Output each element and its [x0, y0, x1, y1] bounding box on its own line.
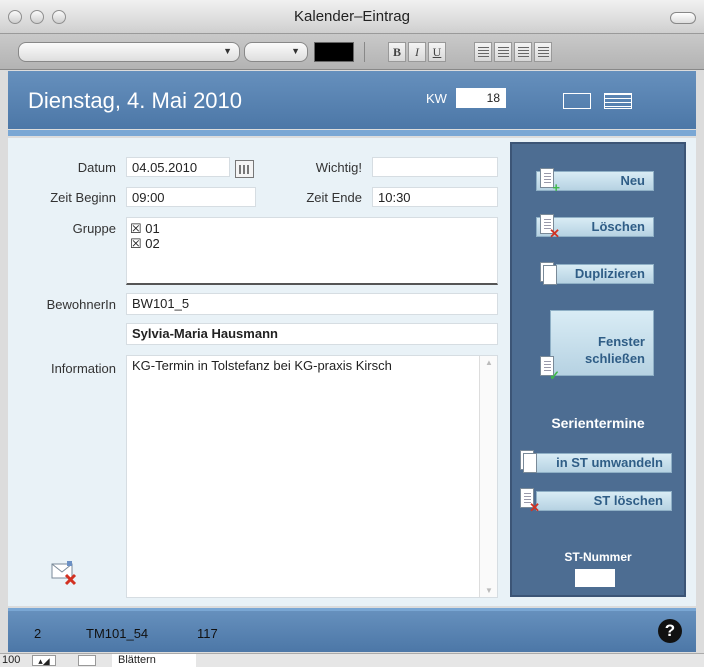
gruppe-checkbox-01[interactable]: ☒ 01 — [130, 221, 160, 236]
align-justify-icon — [538, 47, 549, 57]
list-view-icon[interactable] — [604, 93, 632, 109]
gruppe-option-label: 01 — [145, 221, 160, 236]
align-center-button[interactable] — [494, 42, 512, 62]
kw-field[interactable]: 18 — [456, 88, 506, 108]
header-band: Dienstag, 4. Mai 2010 KW 18 — [8, 71, 696, 129]
align-left-icon — [478, 47, 489, 57]
mode-selector[interactable]: Blättern — [112, 654, 196, 667]
fenster-label: Fenster — [598, 334, 645, 349]
status-toggle-button[interactable] — [78, 655, 96, 666]
underline-button[interactable]: U — [428, 42, 446, 62]
information-textarea[interactable]: KG-Termin in Tolstefanz bei KG-praxis Ki… — [126, 355, 498, 598]
zoom-toggle-icon[interactable]: ▴◢ — [32, 655, 56, 666]
footer-value-1: 2 — [34, 626, 42, 641]
single-view-icon[interactable] — [563, 93, 591, 109]
toolbar-toggle-button[interactable] — [670, 12, 696, 24]
gruppe-label: Gruppe — [72, 221, 116, 236]
fenster-schliessen-button[interactable]: Fenster schließen — [550, 310, 654, 376]
wichtig-field[interactable] — [372, 157, 498, 177]
toolbar-divider — [364, 42, 365, 62]
help-button[interactable]: ? — [658, 619, 682, 643]
gruppe-list — [126, 217, 498, 285]
duplizieren-button[interactable]: Duplizieren — [556, 264, 654, 284]
schliessen-label: schließen — [585, 351, 645, 366]
gruppe-checkbox-02[interactable]: ☒ 02 — [130, 236, 160, 251]
bewohnerin-id-field[interactable]: BW101_5 — [126, 293, 498, 315]
gruppe-option-label: 02 — [145, 236, 160, 251]
format-toolbar: ▼ ▼ B I U — [0, 34, 704, 70]
st-nummer-label: ST-Nummer — [564, 550, 632, 564]
information-scrollbar[interactable]: ▲ ▼ — [479, 356, 497, 597]
st-nummer-field[interactable] — [575, 569, 615, 587]
align-left-button[interactable] — [474, 42, 492, 62]
zeit-ende-label: Zeit Ende — [306, 190, 362, 205]
window-titlebar: Kalender–Eintrag — [0, 0, 704, 34]
new-document-icon: + — [538, 168, 560, 194]
align-right-icon — [518, 47, 529, 57]
scroll-up-icon[interactable]: ▲ — [485, 358, 493, 367]
checkbox-checked-icon: ☒ — [130, 236, 142, 251]
status-bar: 100 ▴◢ Blättern — [0, 653, 704, 667]
align-center-icon — [498, 47, 509, 57]
footer-value-3: 117 — [197, 626, 218, 641]
close-document-icon: ✓ — [538, 356, 560, 382]
text-color-swatch[interactable] — [314, 42, 354, 62]
checkbox-checked-icon: ☒ — [130, 221, 142, 236]
calendar-icon[interactable] — [235, 160, 254, 178]
in-st-umwandeln-button[interactable]: in ST umwandeln — [534, 453, 672, 473]
delete-document-icon: ✕ — [538, 214, 560, 240]
scroll-down-icon[interactable]: ▼ — [485, 586, 493, 595]
zeit-beginn-field[interactable]: 09:00 — [126, 187, 256, 207]
page-title: Dienstag, 4. Mai 2010 — [28, 88, 243, 113]
delete-series-icon: ✕ — [518, 488, 540, 514]
convert-document-icon — [518, 450, 538, 474]
zeit-beginn-label: Zeit Beginn — [50, 190, 116, 205]
chevron-down-icon: ▼ — [291, 46, 300, 56]
information-label: Information — [50, 361, 116, 376]
align-justify-button[interactable] — [534, 42, 552, 62]
font-select[interactable]: ▼ — [18, 42, 240, 62]
datum-label: Datum — [77, 160, 116, 175]
font-size-select[interactable]: ▼ — [244, 42, 308, 62]
footer-value-2: TM101_54 — [86, 626, 149, 641]
kw-label: KW — [426, 91, 447, 106]
header-divider — [8, 130, 696, 136]
st-loeschen-button[interactable]: ST löschen — [536, 491, 672, 511]
datum-field[interactable]: 04.05.2010 — [126, 157, 230, 177]
footer-band: 2 TM101_54 117 ? — [8, 608, 696, 652]
chevron-down-icon: ▼ — [223, 46, 232, 56]
window-title: Kalender–Eintrag — [294, 8, 410, 25]
align-right-button[interactable] — [514, 42, 532, 62]
wichtig-label: Wichtig! — [315, 160, 362, 175]
serientermine-heading: Serientermine — [551, 415, 645, 431]
zeit-ende-field[interactable]: 10:30 — [372, 187, 498, 207]
delete-mail-icon[interactable] — [51, 560, 77, 586]
bewohnerin-label: BewohnerIn — [46, 297, 116, 312]
duplicate-document-icon — [538, 262, 558, 286]
zoom-level[interactable]: 100 — [2, 654, 20, 666]
italic-button[interactable]: I — [408, 42, 426, 62]
action-panel: Neu + Löschen ✕ Duplizieren Fenster schl… — [510, 142, 686, 597]
bold-button[interactable]: B — [388, 42, 406, 62]
bewohnerin-name-field[interactable]: Sylvia-Maria Hausmann — [126, 323, 498, 345]
